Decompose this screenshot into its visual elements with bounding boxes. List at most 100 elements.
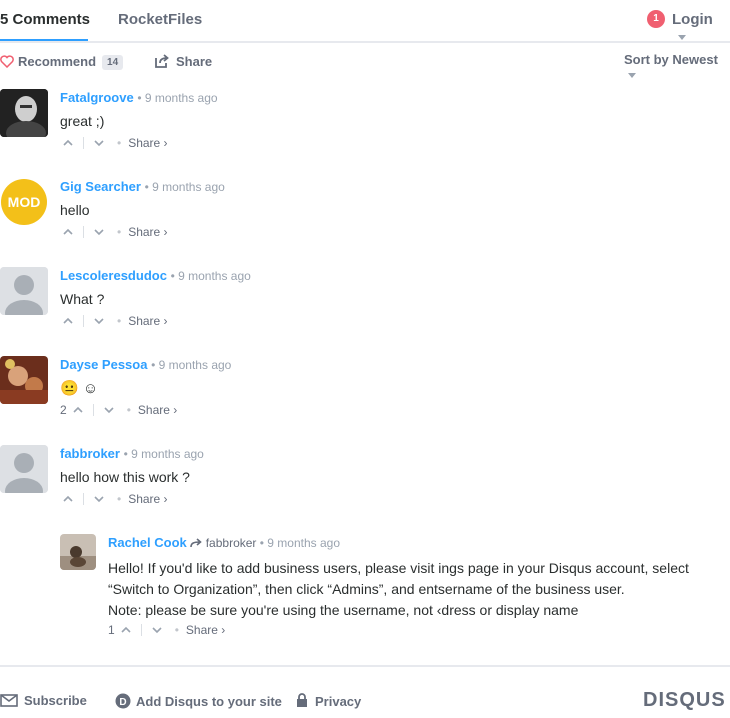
sort-label: Sort by Newest: [624, 52, 718, 67]
comment-text: hello how this work ?: [60, 469, 190, 485]
subscribe-label: Subscribe: [24, 693, 87, 708]
share-link[interactable]: Share ›: [128, 136, 167, 150]
downvote-icon[interactable]: [93, 493, 105, 505]
downvote-icon[interactable]: [93, 226, 105, 238]
avatar-photo: [0, 356, 48, 404]
comment-actions: 1 • Share ›: [108, 623, 225, 637]
recommend-button[interactable]: Recommend 14: [0, 54, 124, 70]
disqus-logo[interactable]: DISQUS: [643, 689, 726, 712]
recommend-label: Recommend: [18, 54, 97, 69]
dot-separator: •: [117, 225, 122, 239]
mod-logo-icon: MOD: [1, 179, 47, 225]
upvote-icon[interactable]: [62, 226, 74, 238]
chevron-down-icon: [678, 34, 686, 40]
tab-comments[interactable]: 5 Comments: [0, 11, 90, 28]
privacy-label: Privacy: [315, 694, 362, 709]
comment-author[interactable]: Lescoleresdudoc • 9 months ago: [60, 268, 251, 283]
tab-rocketfiles[interactable]: RocketFiles: [118, 11, 202, 28]
comment-timestamp[interactable]: 9 months ago: [267, 536, 340, 550]
reply-text-line: Hello! If you'd like to add business use…: [108, 560, 689, 576]
comment-actions: • Share ›: [57, 136, 168, 150]
top-nav: 5 Comments RocketFiles 1 Login: [0, 0, 730, 43]
upvote-icon[interactable]: [72, 404, 84, 416]
privacy-link[interactable]: Privacy: [296, 693, 361, 709]
comment-author[interactable]: Fatalgroove • 9 months ago: [60, 90, 218, 105]
downvote-icon[interactable]: [93, 315, 105, 327]
share-link[interactable]: Share ›: [138, 403, 177, 417]
vote-divider: [83, 137, 84, 149]
lock-icon: [297, 693, 307, 707]
comment-actions: • Share ›: [57, 225, 168, 239]
downvote-icon[interactable]: [151, 624, 163, 636]
share-label: Share: [176, 54, 213, 69]
login-label: Login: [672, 11, 713, 28]
add-disqus-link[interactable]: D Add Disqus to your site: [115, 693, 282, 709]
avatar-photo: [60, 534, 96, 570]
share-icon: [155, 54, 169, 68]
dot-separator: •: [117, 136, 122, 150]
author-name[interactable]: Fatalgroove: [60, 90, 134, 105]
comment-text: great ;): [60, 113, 105, 129]
active-tab-indicator: [0, 39, 88, 41]
chevron-down-icon: [628, 73, 636, 79]
share-link[interactable]: Share ›: [128, 492, 167, 506]
author-name[interactable]: Dayse Pessoa: [60, 357, 147, 372]
vote-count: 1: [108, 623, 115, 637]
share-thread-button[interactable]: Share: [155, 54, 212, 69]
avatar[interactable]: [0, 356, 48, 404]
sort-dropdown[interactable]: Sort by Newest: [624, 52, 730, 82]
subscribe-link[interactable]: Subscribe: [0, 693, 87, 708]
dot-separator: •: [117, 314, 122, 328]
comment-actions: 2 • Share ›: [60, 403, 177, 417]
avatar[interactable]: [0, 89, 48, 137]
comment-timestamp[interactable]: 9 months ago: [131, 447, 204, 461]
upvote-icon[interactable]: [120, 624, 132, 636]
comment-author[interactable]: Dayse Pessoa • 9 months ago: [60, 357, 231, 372]
share-link[interactable]: Share ›: [128, 225, 167, 239]
avatar[interactable]: [0, 267, 48, 315]
reply-to-user[interactable]: fabbroker: [206, 536, 257, 550]
share-link[interactable]: Share ›: [128, 314, 167, 328]
disqus-d-icon: D: [115, 693, 131, 709]
downvote-icon[interactable]: [103, 404, 115, 416]
comment-author[interactable]: fabbroker • 9 months ago: [60, 446, 204, 461]
vote-divider: [83, 315, 84, 327]
envelope-icon: [0, 694, 18, 707]
author-name[interactable]: Rachel Cook: [108, 535, 187, 550]
comment-timestamp[interactable]: 9 months ago: [145, 91, 218, 105]
comment-author[interactable]: Rachel Cook fabbroker • 9 months ago: [108, 535, 340, 550]
avatar[interactable]: [60, 534, 96, 570]
reply-text-line: Note: please be sure you're using the us…: [108, 602, 579, 618]
author-name[interactable]: fabbroker: [60, 446, 120, 461]
comment-timestamp[interactable]: 9 months ago: [178, 269, 251, 283]
avatar[interactable]: [0, 445, 48, 493]
share-link[interactable]: Share ›: [186, 623, 225, 637]
reply-text: Hello! If you'd like to add business use…: [108, 558, 728, 621]
author-name[interactable]: Lescoleresdudoc: [60, 268, 167, 283]
vote-divider: [83, 226, 84, 238]
upvote-icon[interactable]: [62, 137, 74, 149]
login-button[interactable]: Login: [672, 11, 730, 45]
recommend-count: 14: [102, 55, 124, 70]
footer-divider: [0, 665, 730, 667]
avatar[interactable]: MOD: [0, 178, 48, 226]
downvote-icon[interactable]: [93, 137, 105, 149]
upvote-icon[interactable]: [62, 315, 74, 327]
comment-timestamp[interactable]: 9 months ago: [152, 180, 225, 194]
comment-timestamp[interactable]: 9 months ago: [159, 358, 232, 372]
avatar-photo: [0, 89, 48, 137]
reply-text-line: “Switch to Organization”, then click “Ad…: [108, 581, 625, 597]
dot-separator: •: [126, 403, 131, 417]
upvote-icon[interactable]: [62, 493, 74, 505]
add-disqus-label: Add Disqus to your site: [136, 694, 282, 709]
default-avatar-icon: [0, 445, 48, 493]
comment-author[interactable]: Gig Searcher • 9 months ago: [60, 179, 225, 194]
heart-icon: [0, 55, 14, 69]
dot-separator: •: [174, 623, 179, 637]
author-name[interactable]: Gig Searcher: [60, 179, 141, 194]
comment-actions: • Share ›: [57, 314, 168, 328]
vote-divider: [83, 493, 84, 505]
svg-text:D: D: [119, 697, 126, 708]
dot-separator: •: [117, 492, 122, 506]
notification-badge[interactable]: 1: [647, 10, 665, 28]
